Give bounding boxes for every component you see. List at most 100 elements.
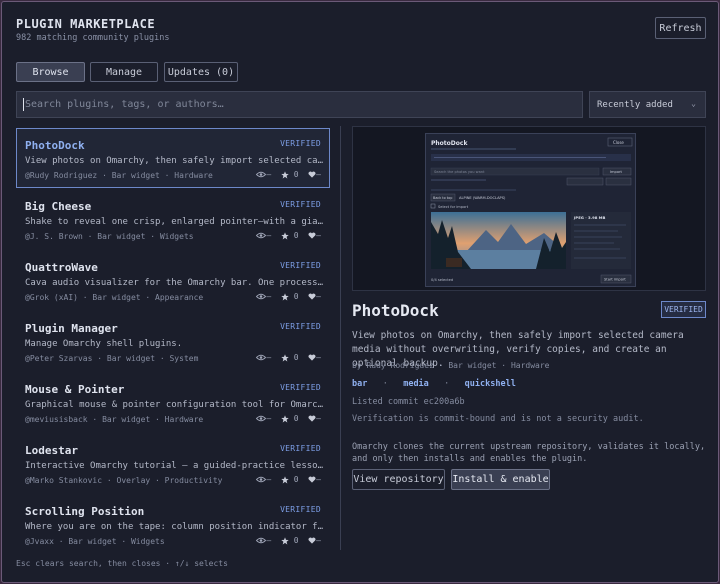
plugin-description: Where you are on the tape: column positi…: [25, 522, 325, 532]
view-count: –: [266, 536, 272, 545]
preview-image: PhotoDock Close Search the photos you wa…: [425, 133, 636, 287]
plugin-description: Interactive Omarchy tutorial — a guided-…: [25, 461, 325, 471]
view-count: –: [266, 170, 272, 179]
plugin-stats: – 0 –: [256, 536, 321, 545]
tab-browse[interactable]: Browse: [16, 62, 85, 82]
like-count: –: [316, 292, 321, 301]
tab-updates[interactable]: Updates (0): [164, 62, 238, 82]
detail-title: PhotoDock: [352, 301, 439, 320]
plugin-meta: @Rudy Rodriguez · Bar widget · Hardware: [25, 171, 213, 180]
plugin-stats: – 0 –: [256, 292, 321, 301]
plugin-list-item[interactable]: Plugin Manager VERIFIED Manage Omarchy she…: [16, 311, 330, 371]
plugin-count: 982 matching community plugins: [16, 33, 170, 43]
install-enable-button[interactable]: Install & enable: [451, 469, 550, 490]
sort-select[interactable]: Recently added ⌄: [589, 91, 706, 118]
like-count: –: [316, 475, 321, 484]
like-count: –: [316, 353, 321, 362]
verified-badge: VERIFIED: [280, 383, 321, 392]
heart-icon: [308, 170, 316, 179]
star-count: 0: [293, 414, 299, 423]
like-count: –: [316, 170, 321, 179]
star-icon: [281, 475, 289, 484]
preview-select: Select for import: [438, 205, 469, 209]
star-icon: [281, 231, 289, 240]
plugin-stats: – 0 –: [256, 353, 321, 362]
plugin-name: Plugin Manager: [25, 322, 118, 335]
keyboard-hint: Esc clears search, then closes · ↑/↓ sel…: [16, 559, 228, 568]
heart-icon: [308, 231, 316, 240]
plugin-list-item[interactable]: Big Cheese VERIFIED Shake to reveal one cr…: [16, 189, 330, 249]
refresh-button[interactable]: Refresh: [655, 17, 706, 39]
plugin-meta: @Marko Stankovic · Overlay · Productivit…: [25, 476, 223, 485]
listed-commit: Listed commit ec200a6b: [352, 397, 465, 407]
star-icon: [281, 414, 289, 423]
view-repository-button[interactable]: View repository: [352, 469, 445, 490]
star-count: 0: [293, 292, 299, 301]
star-count: 0: [293, 170, 299, 179]
verified-badge: VERIFIED: [280, 505, 321, 514]
plugin-description: Graphical mouse & pointer configuration …: [25, 400, 325, 410]
plugin-stats: – 0 –: [256, 414, 321, 423]
plugin-list-item[interactable]: Lodestar VERIFIED Interactive Omarchy tuto…: [16, 433, 330, 493]
preview-close: Close: [613, 140, 624, 145]
verified-badge: VERIFIED: [661, 301, 706, 318]
eye-icon: [256, 536, 267, 545]
tag-link[interactable]: quickshell: [465, 379, 516, 389]
detail-tags: bar · media · quickshell: [352, 379, 516, 389]
like-count: –: [316, 414, 321, 423]
eye-icon: [256, 231, 267, 240]
plugin-name: Scrolling Position: [25, 505, 145, 518]
preview-illustration: PhotoDock Close Search the photos you wa…: [426, 134, 635, 286]
plugin-name: PhotoDock: [25, 139, 85, 152]
heart-icon: [308, 414, 316, 423]
detail-meta: by Rudy Rodriguez · Bar widget · Hardwar…: [352, 361, 550, 370]
like-count: –: [316, 231, 321, 240]
tag-link[interactable]: media: [403, 379, 429, 389]
plugin-screenshot-preview: PhotoDock Close Search the photos you wa…: [352, 126, 706, 291]
chevron-down-icon: ⌄: [691, 99, 696, 108]
view-count: –: [266, 292, 272, 301]
plugin-stats: – 0 –: [256, 475, 321, 484]
tab-manage[interactable]: Manage: [90, 62, 158, 82]
star-count: 0: [293, 536, 299, 545]
plugin-list-item[interactable]: Mouse & Pointer VERIFIED Graphical mouse &…: [16, 372, 330, 432]
plugin-name: Big Cheese: [25, 200, 92, 213]
star-icon: [281, 292, 289, 301]
preview-title: PhotoDock: [431, 140, 468, 147]
preview-import: Import: [610, 170, 623, 174]
plugin-name: Lodestar: [25, 444, 78, 457]
plugin-stats: – 0 –: [256, 170, 321, 179]
plugin-meta: @J. S. Brown · Bar widget · Widgets: [25, 232, 194, 241]
plugin-meta: @Peter Szarvas · Bar widget · System: [25, 354, 199, 363]
plugin-description: View photos on Omarchy, then safely impo…: [25, 156, 325, 166]
plugin-list-item[interactable]: Scrolling Position VERIFIED Where you are …: [16, 494, 330, 554]
star-icon: [281, 353, 289, 362]
plugin-name: QuattroWave: [25, 261, 98, 274]
verified-badge: VERIFIED: [280, 322, 321, 331]
plugin-description: Manage Omarchy shell plugins.: [25, 339, 183, 349]
plugin-list-item[interactable]: QuattroWave VERIFIED Cava audio visualizer…: [16, 250, 330, 310]
eye-icon: [256, 170, 267, 179]
star-icon: [281, 170, 289, 179]
eye-icon: [256, 414, 267, 423]
plugin-meta: @Grok (xAI) · Bar widget · Appearance: [25, 293, 204, 302]
preview-footer-left: 0/4 selected: [431, 278, 453, 282]
sort-selected-label: Recently added: [597, 99, 673, 110]
verified-badge: VERIFIED: [280, 139, 321, 148]
plugin-meta: @meviusisback · Bar widget · Hardware: [25, 415, 204, 424]
clone-note: Omarchy clones the current upstream repo…: [352, 442, 706, 464]
tag-link[interactable]: bar: [352, 379, 367, 389]
text-cursor: [23, 98, 24, 111]
search-input[interactable]: [16, 91, 583, 118]
plugin-list-item[interactable]: PhotoDock VERIFIED View photos on Omarchy,…: [16, 128, 330, 188]
heart-icon: [308, 353, 316, 362]
plugin-description: Shake to reveal one crisp, enlarged poin…: [25, 217, 325, 227]
star-count: 0: [293, 353, 299, 362]
verified-badge: VERIFIED: [280, 200, 321, 209]
pane-divider: [340, 126, 341, 550]
star-count: 0: [293, 475, 299, 484]
plugin-meta: @Jvaxx · Bar widget · Widgets: [25, 537, 165, 546]
preview-search: Search the photos you want: [434, 170, 485, 174]
verified-badge: VERIFIED: [280, 444, 321, 453]
star-count: 0: [293, 231, 299, 240]
